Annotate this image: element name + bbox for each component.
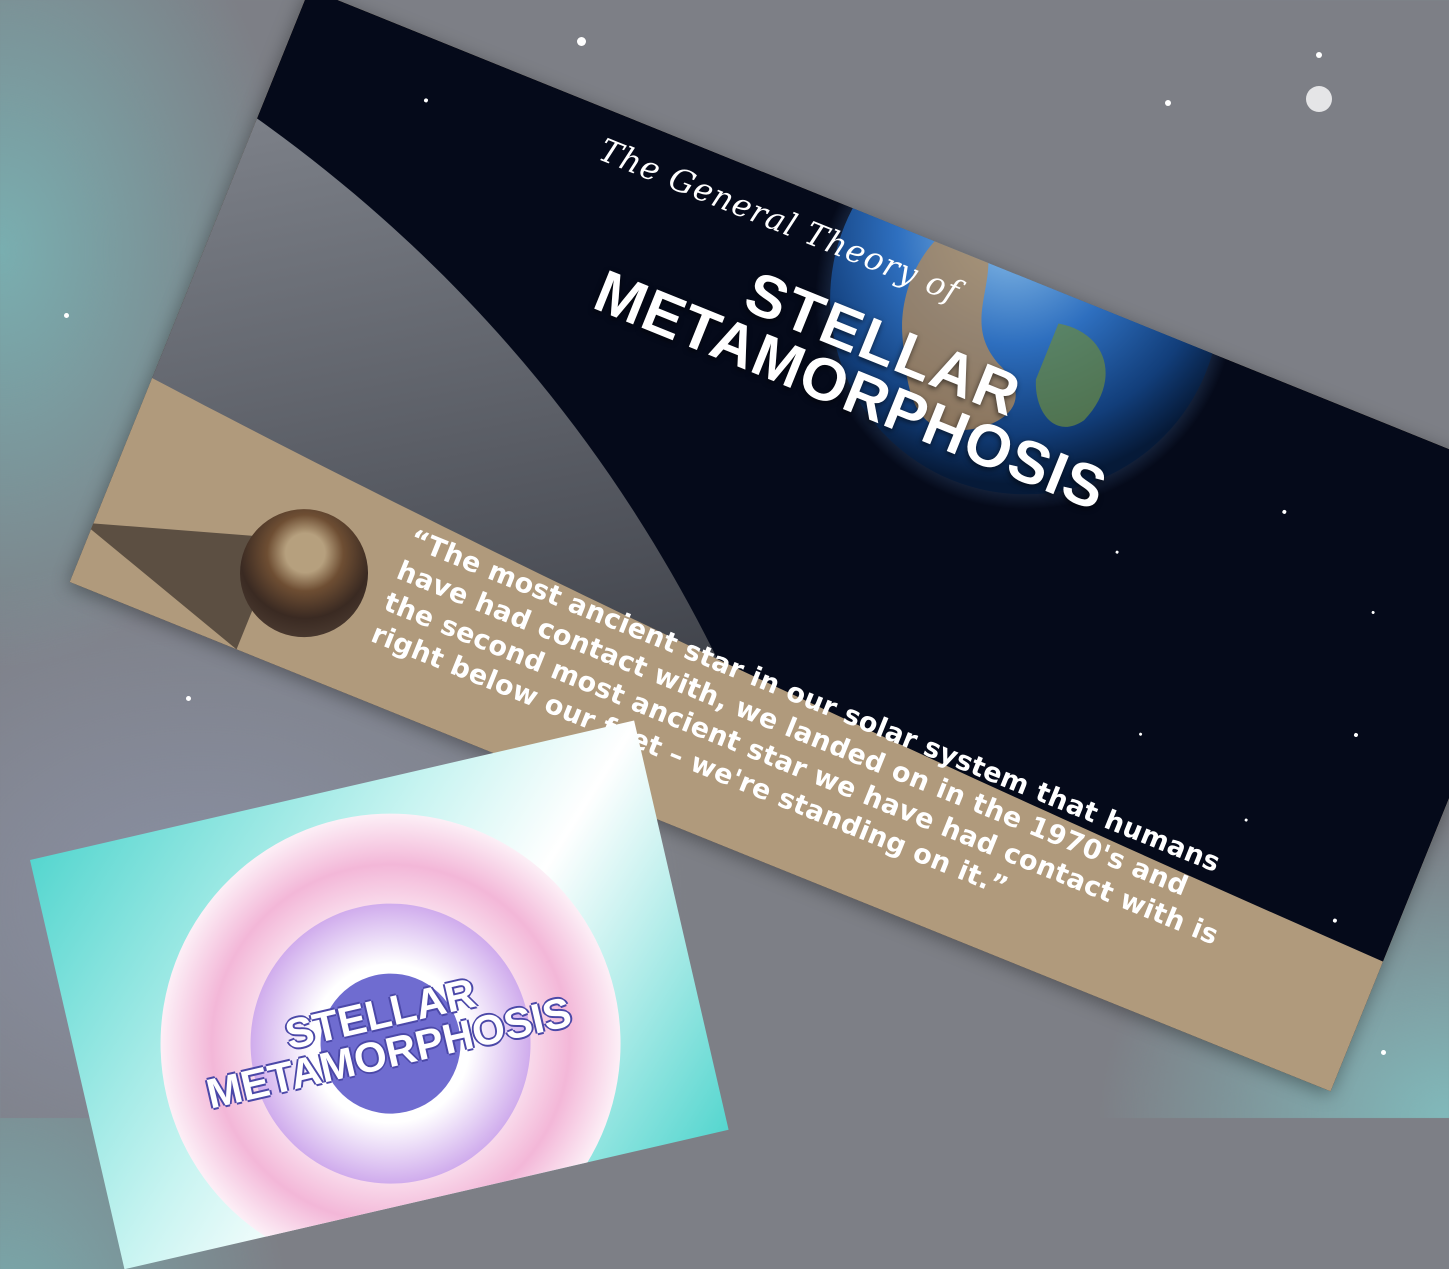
background-star — [64, 313, 69, 318]
background-star — [1165, 100, 1171, 106]
background-star — [1381, 1050, 1386, 1055]
background-star — [1306, 86, 1332, 112]
background-star — [577, 37, 586, 46]
background-star — [186, 696, 191, 701]
thumbnail-card[interactable]: STELLAR METAMORPHOSIS — [30, 720, 729, 1269]
background-star — [1316, 52, 1322, 58]
